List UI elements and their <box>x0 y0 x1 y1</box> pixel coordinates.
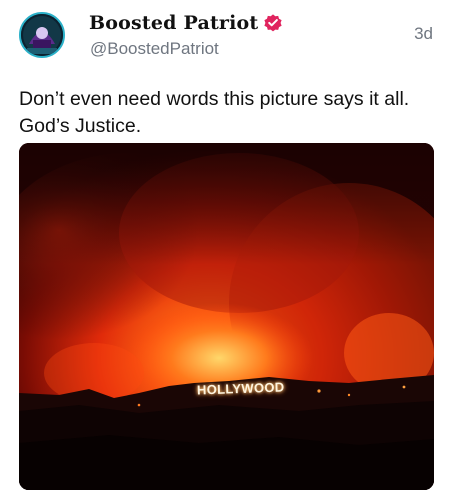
author-name-row: Boosted Patriot <box>89 10 283 36</box>
wildfire-photo <box>19 143 434 490</box>
author-display-name[interactable]: Boosted Patriot <box>89 11 258 35</box>
post-image[interactable]: HOLLYWOOD <box>19 143 434 490</box>
post-card[interactable]: Boosted Patriot @BoostedPatriot 3d Don’t… <box>0 0 453 500</box>
patriot-avatar-icon <box>21 14 63 56</box>
post-timestamp[interactable]: 3d <box>414 23 433 45</box>
author-handle[interactable]: @BoostedPatriot <box>90 38 219 60</box>
verified-badge-icon <box>263 13 283 33</box>
hollywood-sign-text: HOLLYWOOD <box>196 379 285 398</box>
avatar[interactable] <box>19 12 65 58</box>
post-text: Don’t even need words this picture says … <box>19 88 410 137</box>
